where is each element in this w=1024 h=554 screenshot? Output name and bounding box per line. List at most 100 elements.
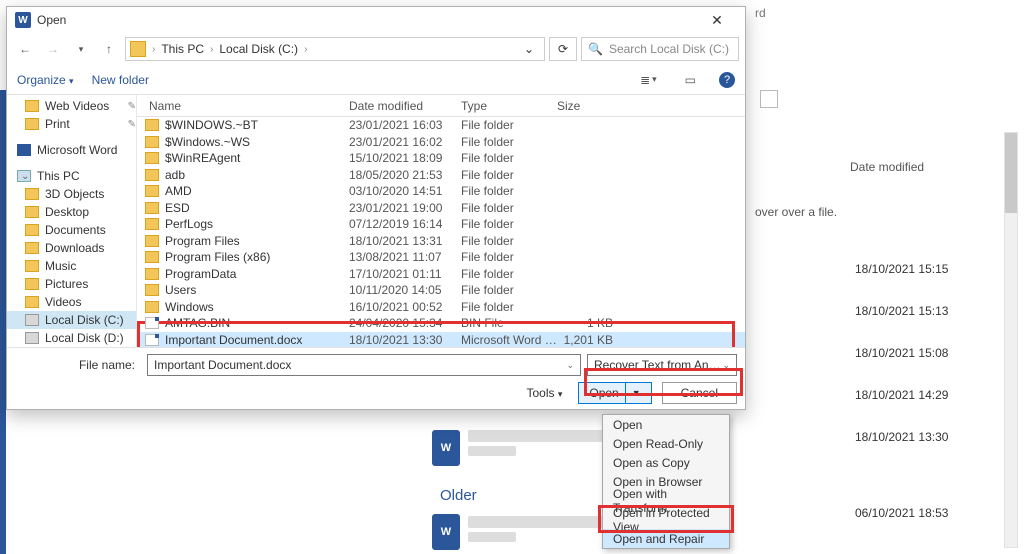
- file-name: Program Files (x86): [165, 250, 349, 264]
- sidebar-item[interactable]: Videos: [7, 293, 136, 311]
- bg-dates-column: 18/10/2021 15:15 18/10/2021 15:13 18/10/…: [855, 262, 948, 520]
- file-type: File folder: [461, 118, 557, 132]
- refresh-button[interactable]: ⟳: [549, 37, 577, 61]
- drive-icon: [25, 314, 39, 326]
- file-row[interactable]: AMTAG.BIN24/04/2020 15:34BIN File1 KB: [137, 315, 745, 332]
- sidebar-item[interactable]: Music: [7, 257, 136, 275]
- menu-item[interactable]: Open Read-Only: [603, 434, 729, 453]
- col-size[interactable]: Size: [553, 99, 609, 113]
- chevron-right-icon[interactable]: ›: [208, 44, 215, 55]
- menu-item[interactable]: Open in Protected View: [603, 510, 729, 529]
- file-row[interactable]: ProgramData17/10/2021 01:11File folder: [137, 266, 745, 283]
- organize-button[interactable]: Organize ▾: [17, 73, 74, 87]
- file-name: Important Document.docx: [165, 333, 349, 347]
- breadcrumb-dropdown-icon[interactable]: ⌄: [518, 42, 540, 56]
- sidebar-item[interactable]: 3D Objects: [7, 185, 136, 203]
- file-row[interactable]: AMD03/10/2020 14:51File folder: [137, 183, 745, 200]
- bg-scrollbar[interactable]: [1004, 132, 1018, 548]
- chevron-down-icon[interactable]: ⌄: [21, 171, 29, 182]
- bg-hover-tip: over over a file.: [755, 205, 837, 219]
- sidebar-item-label: Web Videos: [45, 99, 109, 113]
- file-name: $WinREAgent: [165, 151, 349, 165]
- sidebar-item-label: Local Disk (C:): [45, 313, 124, 327]
- folder-icon: [145, 152, 159, 164]
- menu-item[interactable]: Open as Copy: [603, 453, 729, 472]
- chevron-right-icon[interactable]: ›: [150, 44, 157, 55]
- folder-icon: [25, 242, 39, 254]
- bg-redacted: [468, 532, 516, 542]
- file-type: File folder: [461, 201, 557, 215]
- folder-icon: [25, 260, 39, 272]
- file-date: 10/11/2020 14:05: [349, 283, 461, 297]
- back-button[interactable]: ←: [13, 37, 37, 61]
- folder-icon: [25, 100, 39, 112]
- col-date[interactable]: Date modified: [345, 99, 457, 113]
- sidebar-item-word[interactable]: Microsoft Word: [7, 141, 136, 159]
- file-type: File folder: [461, 168, 557, 182]
- sidebar-item[interactable]: Local Disk (C:): [7, 311, 136, 329]
- file-name: Windows: [165, 300, 349, 314]
- tools-button[interactable]: Tools ▾: [526, 386, 562, 400]
- sidebar-item[interactable]: Documents: [7, 221, 136, 239]
- col-name[interactable]: Name: [145, 99, 345, 113]
- sidebar-item-label: Music: [45, 259, 76, 273]
- file-row[interactable]: $Windows.~WS23/01/2021 16:02File folder: [137, 134, 745, 151]
- preview-pane-button[interactable]: ▭: [680, 73, 701, 87]
- drive-icon: [130, 41, 146, 57]
- column-headers: Name Date modified Type Size: [137, 95, 745, 117]
- sidebar-item-thispc[interactable]: ⌄This PC: [7, 167, 136, 185]
- file-row[interactable]: $WINDOWS.~BT23/01/2021 16:03File folder: [137, 117, 745, 134]
- file-row[interactable]: Program Files (x86)13/08/2021 11:07File …: [137, 249, 745, 266]
- sidebar-item[interactable]: Desktop: [7, 203, 136, 221]
- bg-scrollbar-thumb[interactable]: [1005, 133, 1017, 213]
- up-button[interactable]: ↑: [97, 37, 121, 61]
- help-button[interactable]: ?: [719, 72, 735, 88]
- bg-date: 18/10/2021 13:30: [855, 430, 948, 444]
- open-dropdown-menu: OpenOpen Read-OnlyOpen as CopyOpen in Br…: [602, 414, 730, 549]
- cancel-button[interactable]: Cancel: [662, 382, 737, 404]
- new-folder-button[interactable]: New folder: [92, 73, 149, 87]
- file-name: Users: [165, 283, 349, 297]
- chevron-right-icon[interactable]: ›: [302, 44, 309, 55]
- sidebar-item[interactable]: Pictures: [7, 275, 136, 293]
- sidebar-item[interactable]: Web Videos✎: [7, 97, 136, 115]
- file-date: 23/01/2021 19:00: [349, 201, 461, 215]
- file-row[interactable]: Important Document.docx18/10/2021 13:30M…: [137, 332, 745, 348]
- bg-date: 18/10/2021 14:29: [855, 388, 948, 402]
- file-row[interactable]: PerfLogs07/12/2019 16:14File folder: [137, 216, 745, 233]
- sidebar-item[interactable]: Print✎: [7, 115, 136, 133]
- open-label: Open: [589, 386, 618, 400]
- search-input[interactable]: 🔍 Search Local Disk (C:): [581, 37, 739, 61]
- file-row[interactable]: Program Files18/10/2021 13:31File folder: [137, 233, 745, 250]
- view-mode-button[interactable]: ≣ ▾: [635, 73, 662, 87]
- menu-item[interactable]: Open: [603, 415, 729, 434]
- close-button[interactable]: ✕: [697, 12, 737, 29]
- file-type-filter[interactable]: Recover Text from Any File (*.*)⌄: [587, 354, 737, 376]
- open-split-dropdown[interactable]: ▼: [632, 388, 641, 398]
- sidebar-item-label: Local Disk (D:): [45, 331, 124, 345]
- file-row[interactable]: adb18/05/2020 21:53File folder: [137, 167, 745, 184]
- sidebar-item[interactable]: Downloads: [7, 239, 136, 257]
- file-type: BIN File: [461, 316, 557, 330]
- breadcrumb[interactable]: › This PC › Local Disk (C:) › ⌄: [125, 37, 545, 61]
- col-type[interactable]: Type: [457, 99, 553, 113]
- file-row[interactable]: ESD23/01/2021 19:00File folder: [137, 200, 745, 217]
- crumb-drive[interactable]: Local Disk (C:): [219, 42, 298, 56]
- file-row[interactable]: Users10/11/2020 14:05File folder: [137, 282, 745, 299]
- recent-dropdown[interactable]: ▾: [69, 37, 93, 61]
- sidebar-item-label: Videos: [45, 295, 81, 309]
- sidebar-item-label: Downloads: [45, 241, 104, 255]
- forward-button[interactable]: →: [41, 37, 65, 61]
- file-row[interactable]: Windows16/10/2021 00:52File folder: [137, 299, 745, 316]
- file-type: File folder: [461, 250, 557, 264]
- bg-date: 06/10/2021 18:53: [855, 506, 948, 520]
- filename-input[interactable]: Important Document.docx⌄: [147, 354, 581, 376]
- folder-icon: [25, 224, 39, 236]
- open-button[interactable]: Open ▼: [578, 382, 651, 404]
- file-row[interactable]: $WinREAgent15/10/2021 18:09File folder: [137, 150, 745, 167]
- filter-label: Recover Text from Any File (*.*): [594, 358, 722, 372]
- folder-icon: [145, 136, 159, 148]
- word-doc-icon: W: [432, 430, 460, 466]
- sidebar-item[interactable]: Local Disk (D:): [7, 329, 136, 347]
- crumb-thispc[interactable]: This PC: [161, 42, 204, 56]
